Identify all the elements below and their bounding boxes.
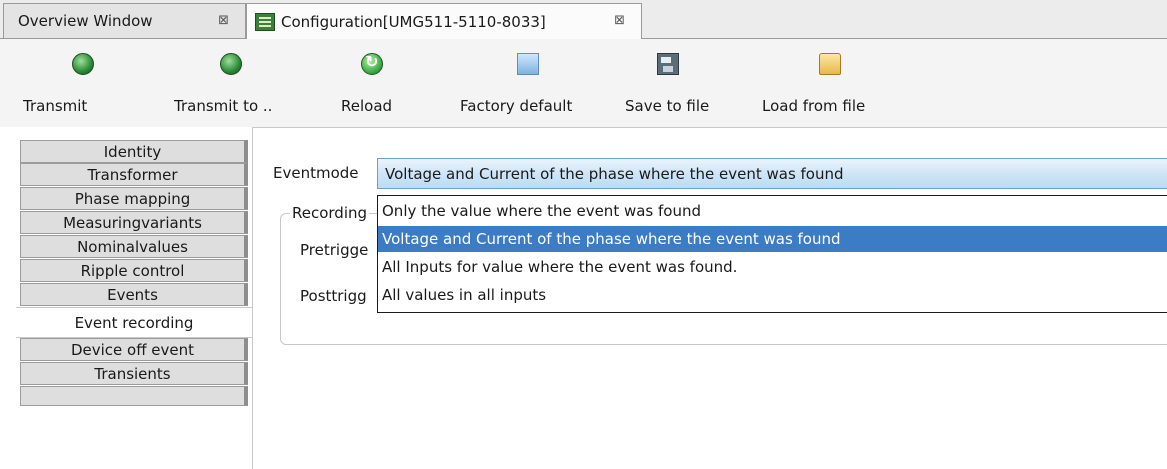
- transmit-to-icon: [220, 53, 242, 75]
- sidebar-item-measuringvariants[interactable]: Measuringvariants: [20, 211, 248, 234]
- recording-group-label: Recording: [290, 204, 370, 222]
- eventmode-combobox[interactable]: Voltage and Current of the phase where t…: [377, 158, 1167, 189]
- load-from-file-button[interactable]: Load from file: [750, 39, 910, 127]
- factory-default-label: Factory default: [460, 97, 573, 115]
- posttrigger-label: Posttrigg: [300, 287, 367, 305]
- dropdown-option[interactable]: All values in all inputs: [378, 282, 1167, 308]
- factory-default-button[interactable]: Factory default: [450, 39, 610, 127]
- load-from-file-label: Load from file: [762, 97, 866, 115]
- sidebar-item-partial[interactable]: [20, 386, 248, 406]
- folder-open-icon: [819, 53, 841, 75]
- sidebar-item-transformer[interactable]: Transformer: [20, 163, 248, 186]
- pretrigger-label: Pretrigge: [300, 241, 369, 259]
- close-icon[interactable]: ⊠: [614, 13, 625, 28]
- transmit-button[interactable]: Transmit: [0, 39, 150, 127]
- sidebar-item-identity[interactable]: Identity: [20, 140, 248, 163]
- sidebar-item-transients[interactable]: Transients: [20, 362, 248, 385]
- sidebar-item-nominalvalues[interactable]: Nominalvalues: [20, 235, 248, 258]
- tab-configuration[interactable]: Configuration[UMG511-5110-8033] ⊠: [246, 3, 642, 39]
- sidebar-item-ripple-control[interactable]: Ripple control: [20, 259, 248, 282]
- dropdown-option-selected[interactable]: Voltage and Current of the phase where t…: [378, 226, 1167, 252]
- dropdown-option[interactable]: All Inputs for value where the event was…: [378, 254, 1167, 280]
- reload-icon: [361, 52, 383, 75]
- tab-label: Overview Window: [18, 12, 153, 30]
- save-to-file-button[interactable]: Save to file: [615, 39, 745, 127]
- sidebar-item-event-recording[interactable]: Event recording: [16, 307, 252, 338]
- close-icon[interactable]: ⊠: [218, 13, 229, 28]
- dropdown-option[interactable]: Only the value where the event was found: [378, 198, 1167, 224]
- transmit-to-button[interactable]: Transmit to ..: [160, 39, 310, 127]
- tab-overview-window[interactable]: Overview Window ⊠: [3, 3, 246, 38]
- transmit-to-label: Transmit to ..: [174, 97, 273, 115]
- configuration-icon: [255, 12, 275, 31]
- sidebar-item-phase-mapping[interactable]: Phase mapping: [20, 187, 248, 210]
- editor-tab-strip: Overview Window ⊠ Configuration[UMG511-5…: [0, 0, 1167, 39]
- factory-default-icon: [517, 53, 539, 75]
- save-to-file-label: Save to file: [625, 97, 710, 115]
- reload-button[interactable]: Reload: [330, 39, 440, 127]
- save-icon: [657, 53, 679, 75]
- eventmode-label: Eventmode: [273, 164, 359, 182]
- eventmode-dropdown-list: Only the value where the event was found…: [377, 195, 1167, 313]
- sidebar-item-device-off-event[interactable]: Device off event: [20, 338, 248, 361]
- sidebar-item-events[interactable]: Events: [20, 283, 248, 306]
- transmit-icon: [72, 53, 94, 75]
- sidebar-navigation: Identity Transformer Phase mapping Measu…: [0, 127, 252, 469]
- transmit-label: Transmit: [23, 97, 88, 115]
- application-window: Overview Window ⊠ Configuration[UMG511-5…: [0, 0, 1167, 469]
- tab-label: Configuration[UMG511-5110-8033]: [281, 12, 546, 31]
- sidebar-rail: [0, 127, 16, 469]
- reload-label: Reload: [341, 97, 393, 115]
- toolbar: Transmit Transmit to .. Reload Factory d…: [0, 39, 1167, 128]
